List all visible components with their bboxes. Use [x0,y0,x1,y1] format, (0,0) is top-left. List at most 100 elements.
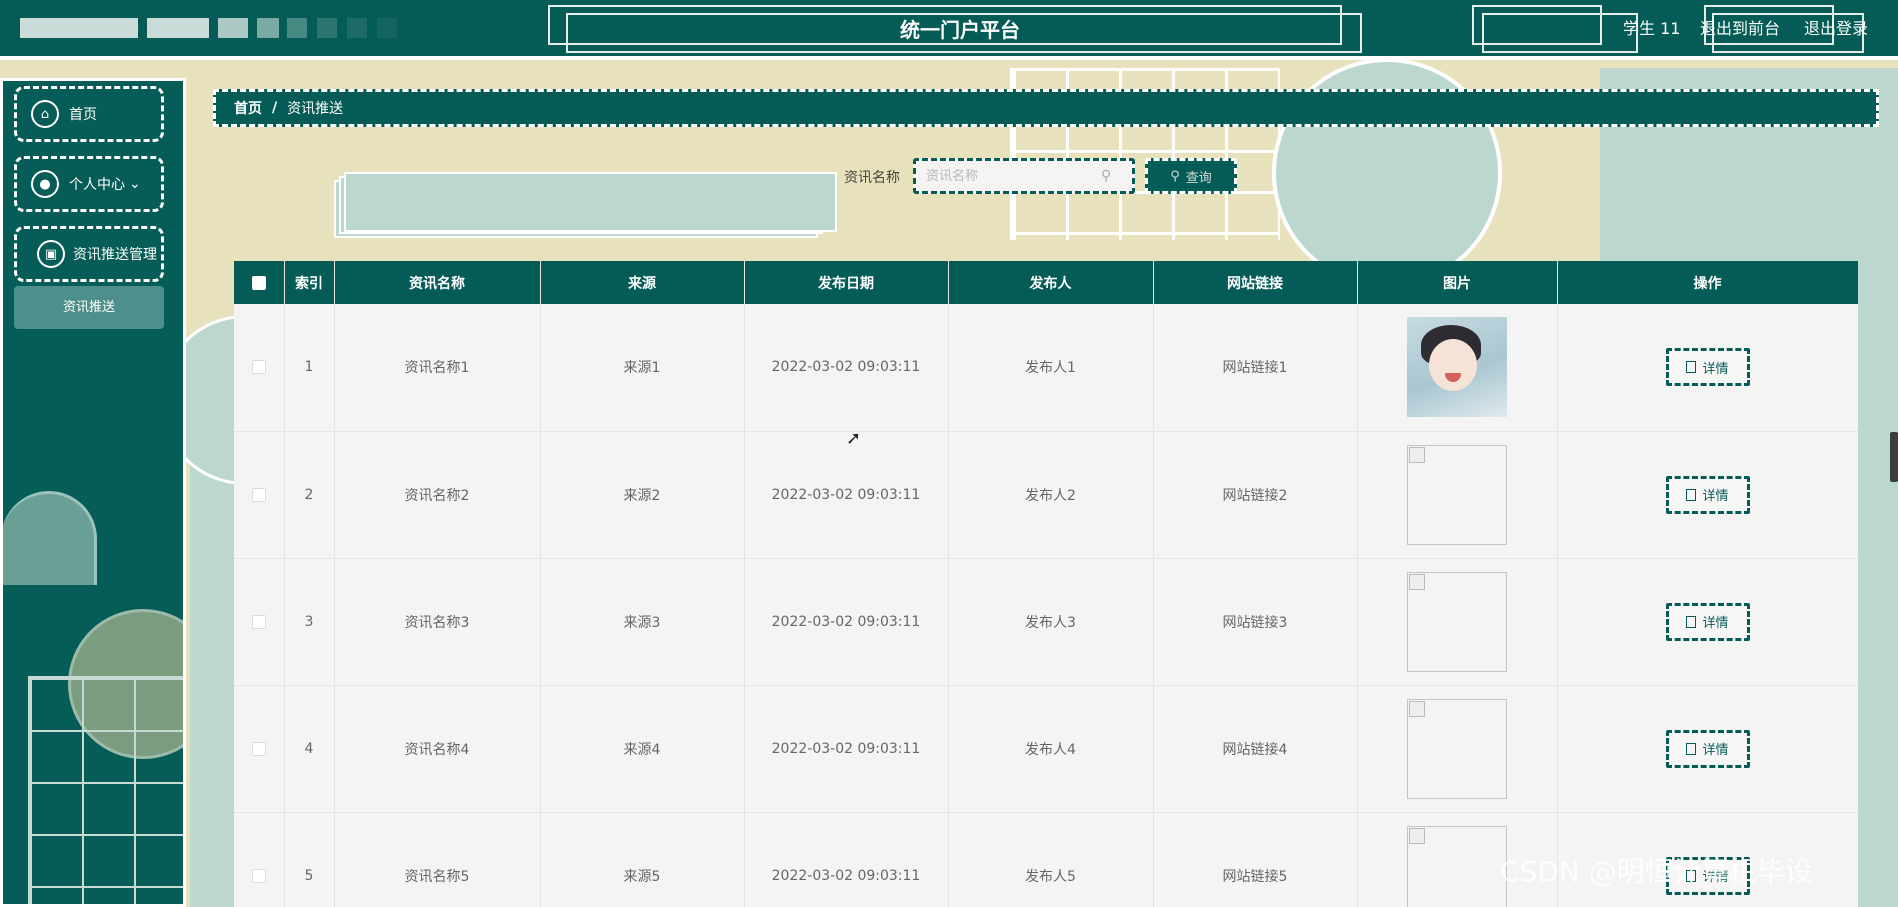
news-image-broken[interactable] [1407,571,1507,672]
index-cell: 4 [284,685,335,813]
detail-button[interactable]: 详情 [1665,475,1750,514]
action-cell: 详情 [1557,431,1858,559]
image-cell [1357,431,1558,559]
search-decoration [344,172,837,232]
column-header: 网站链接 [1153,261,1358,304]
source-cell: 来源3 [540,558,745,686]
sidebar-subitem-news-push[interactable]: 资讯推送 [14,286,164,329]
select-all-cell[interactable] [234,261,285,304]
column-header: 发布人 [948,261,1154,304]
name-cell: 资讯名称3 [334,558,541,686]
user-icon: ● [31,170,59,198]
link-cell: 网站链接1 [1153,304,1358,432]
sidebar-decoration [28,676,183,904]
detail-button-label: 详情 [1702,489,1729,504]
back-to-frontend-link[interactable]: 退出到前台 [1700,18,1780,40]
header-decoration [287,18,307,38]
sidebar-item-news-management[interactable]: ▣ 资讯推送管理 [14,226,164,282]
name-cell: 资讯名称2 [334,431,541,559]
table-row: 4 资讯名称4 来源4 2022-03-02 09:03:11 发布人4 网站链… [234,685,1858,813]
header-decoration [377,18,397,38]
app-title: 统一门户平台 [900,18,1020,42]
search-label: 资讯名称 [844,170,900,186]
source-cell: 来源5 [540,812,745,907]
name-cell: 资讯名称1 [334,304,541,432]
sidebar-decoration [3,491,97,585]
watermark: CSDN @明恒计算机毕设 [1500,855,1813,888]
publisher-cell: 发布人4 [948,685,1154,813]
action-cell: 详情 [1557,304,1858,432]
avatar-face [1429,339,1477,392]
column-header: 来源 [540,261,745,304]
document-icon [1686,742,1697,755]
index-cell: 1 [284,304,335,432]
detail-button-label: 详情 [1702,361,1729,377]
link-cell: 网站链接5 [1153,812,1358,907]
source-cell: 来源2 [540,431,745,559]
column-header: 索引 [284,261,335,304]
row-checkbox[interactable] [251,614,266,629]
sidebar-item-profile[interactable]: ● 个人中心 ⌄ [14,156,164,212]
detail-button[interactable]: 详情 [1665,602,1750,641]
checkbox-cell [234,304,285,432]
mouse-cursor-icon: ➚ [846,428,862,449]
broken-image-icon [1409,827,1425,844]
detail-button[interactable]: 详情 [1665,348,1750,387]
column-header: 资讯名称 [334,261,541,304]
checkbox-cell [234,812,285,907]
column-header: 操作 [1557,261,1858,304]
news-icon: ▣ [37,240,65,268]
action-cell: 详情 [1557,685,1858,813]
detail-button-label: 详情 [1702,616,1729,631]
date-cell: 2022-03-02 09:03:11 [744,812,949,907]
news-image[interactable] [1407,317,1507,418]
index-cell: 3 [284,558,335,686]
sidebar-item-home[interactable]: ⌂ 首页 [14,86,164,142]
news-image-broken[interactable] [1407,444,1507,545]
source-cell: 来源1 [540,304,745,432]
row-checkbox[interactable] [251,360,266,375]
row-checkbox[interactable] [251,868,266,883]
link-cell: 网站链接2 [1153,431,1358,559]
detail-button-label: 详情 [1702,743,1729,758]
scrollbar-thumb[interactable] [1890,432,1898,482]
document-icon [1686,361,1697,374]
news-image-broken[interactable] [1407,698,1507,799]
publisher-cell: 发布人1 [948,304,1154,432]
table-row: 1 资讯名称1 来源1 2022-03-02 09:03:11 发布人1 网站链… [234,304,1858,432]
date-cell: 2022-03-02 09:03:11 [744,558,949,686]
search-button[interactable]: ⚲ 查询 [1145,158,1237,194]
image-cell [1357,558,1558,686]
news-table: 索引 资讯名称 来源 发布日期 发布人 网站链接 图片 操作 1 资讯名称1 来… [234,261,1858,907]
publisher-cell: 发布人5 [948,812,1154,907]
background-strip [190,450,240,907]
column-header: 发布日期 [744,261,949,304]
sidebar-item-label: 首页 [69,107,97,123]
row-checkbox[interactable] [251,487,266,502]
news-image-broken[interactable] [1407,825,1507,907]
broken-image-icon [1409,700,1425,717]
detail-button[interactable]: 详情 [1665,729,1750,768]
search-field[interactable]: ⚲ [913,158,1135,194]
image-cell [1357,304,1558,432]
header-decoration [147,18,209,38]
current-user: 学生 11 [1623,19,1681,38]
column-header: 图片 [1357,261,1558,304]
sidebar-item-label: 个人中心 [69,177,125,193]
publisher-cell: 发布人2 [948,431,1154,559]
breadcrumb-home[interactable]: 首页 [234,98,262,118]
table-header-row: 索引 资讯名称 来源 发布日期 发布人 网站链接 图片 操作 [234,261,1858,304]
header-decoration [347,18,367,38]
header-decoration [218,18,248,38]
document-icon [1686,488,1697,501]
link-cell: 网站链接3 [1153,558,1358,686]
link-cell: 网站链接4 [1153,685,1358,813]
checkbox-cell [234,685,285,813]
table-row: 2 资讯名称2 来源2 2022-03-02 09:03:11 发布人2 网站链… [234,431,1858,559]
logout-link[interactable]: 退出登录 [1804,18,1868,40]
search-input[interactable] [926,168,1101,184]
search-icon: ⚲ [1170,168,1180,184]
select-all-checkbox[interactable] [251,275,266,290]
row-checkbox[interactable] [251,741,266,756]
broken-image-icon [1409,573,1425,590]
